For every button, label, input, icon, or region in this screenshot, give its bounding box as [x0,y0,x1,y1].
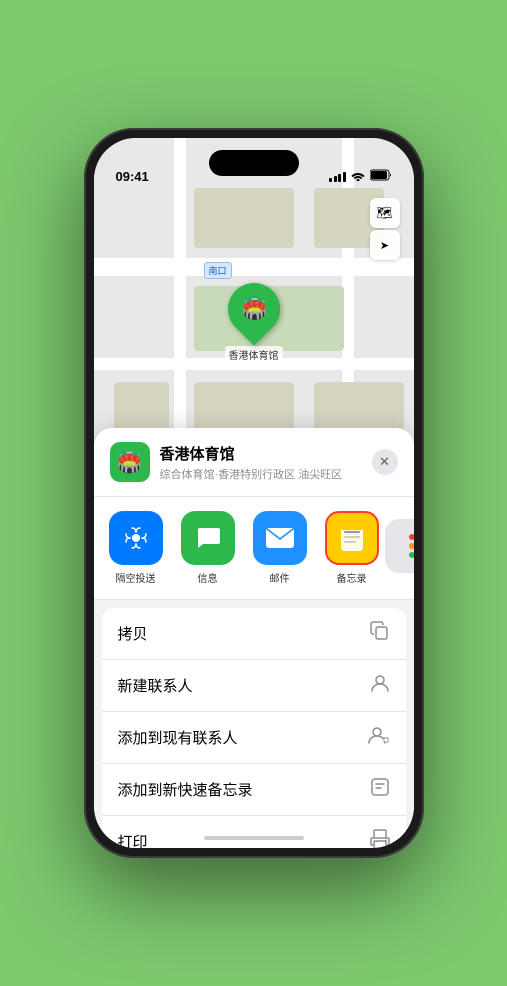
action-item-copy[interactable]: 拷贝 [102,608,406,660]
notes-icon [325,511,379,565]
notes-label: 备忘录 [337,570,367,585]
home-indicator [204,836,304,840]
add-existing-icon [368,725,390,750]
map-controls: 🗺 ➤ [370,198,400,260]
status-icons [329,169,392,184]
share-item-notes[interactable]: 备忘录 [320,511,384,585]
messages-icon [181,511,235,565]
wifi-icon [351,170,365,184]
map-location-button[interactable]: ➤ [370,230,400,260]
add-existing-label: 添加到现有联系人 [118,727,238,748]
map-label: 南口 [204,262,232,279]
location-info: 香港体育馆 综合体育馆·香港特别行政区 油尖旺区 [160,443,362,482]
location-header: 🏟️ 香港体育馆 综合体育馆·香港特别行政区 油尖旺区 ✕ [94,428,414,497]
action-item-add-note[interactable]: 添加到新快速备忘录 [102,764,406,816]
print-label: 打印 [118,831,148,848]
signal-bars-icon [329,172,346,182]
new-contact-icon [370,673,390,698]
more-icon [385,519,414,573]
map-background: 南口 🏟️ 香港体育馆 [94,138,414,478]
dynamic-island [209,150,299,176]
add-note-icon [370,777,390,802]
share-item-more[interactable] [392,519,414,578]
mail-icon [253,511,307,565]
share-row: 隔空投送 信息 [94,497,414,600]
location-name: 香港体育馆 [160,443,362,464]
share-item-airdrop[interactable]: 隔空投送 [104,511,168,585]
new-contact-label: 新建联系人 [118,675,193,696]
map-area[interactable]: 南口 🏟️ 香港体育馆 🗺 ➤ [94,138,414,478]
map-road [94,258,414,276]
action-item-new-contact[interactable]: 新建联系人 [102,660,406,712]
map-pin: 🏟️ 香港体育馆 [225,283,283,363]
map-layers-button[interactable]: 🗺 [370,198,400,228]
map-road [174,138,186,478]
action-item-add-existing[interactable]: 添加到现有联系人 [102,712,406,764]
copy-icon [370,621,390,646]
share-item-messages[interactable]: 信息 [176,511,240,585]
messages-label: 信息 [198,570,218,585]
close-button[interactable]: ✕ [372,449,398,475]
action-item-print[interactable]: 打印 [102,816,406,848]
mail-label: 邮件 [270,570,290,585]
map-pin-icon: 🏟️ [217,272,291,346]
add-note-label: 添加到新快速备忘录 [118,779,253,800]
location-icon: 🏟️ [110,442,150,482]
location-subtitle: 综合体育馆·香港特别行政区 油尖旺区 [160,466,362,482]
share-item-mail[interactable]: 邮件 [248,511,312,585]
status-time: 09:41 [116,169,149,184]
action-list: 拷贝 新建联系人 [102,608,406,848]
battery-icon [370,169,392,184]
map-pin-inner-icon: 🏟️ [241,297,266,322]
map-pin-label: 香港体育馆 [225,346,283,363]
phone-frame: 09:41 [84,128,424,858]
phone-screen: 09:41 [94,138,414,848]
bottom-sheet: 🏟️ 香港体育馆 综合体育馆·香港特别行政区 油尖旺区 ✕ [94,428,414,848]
airdrop-label: 隔空投送 [116,570,156,585]
airdrop-icon [109,511,163,565]
map-block [194,188,294,248]
print-icon [370,829,390,848]
copy-label: 拷贝 [118,623,148,644]
